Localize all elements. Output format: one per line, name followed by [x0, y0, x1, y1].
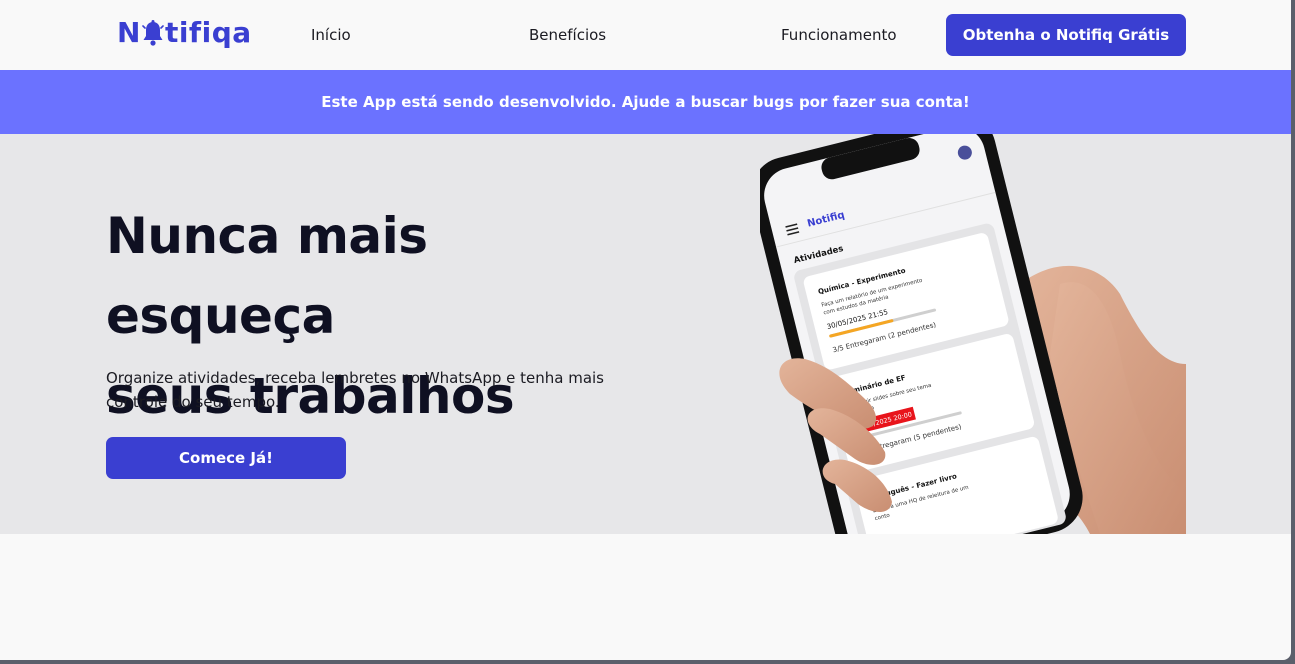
- get-notifiq-free-button[interactable]: Obtenha o Notifiq Grátis: [946, 14, 1186, 56]
- start-now-button[interactable]: Comece Já!: [106, 437, 346, 479]
- phone-in-hand-image: Notifiq Atividades Química - Experimento…: [760, 134, 1186, 534]
- logo-text-right: tifiqa: [164, 16, 252, 49]
- notifiqa-logo[interactable]: N tifiqa: [117, 16, 252, 50]
- phone-illustration: Notifiq Atividades Química - Experimento…: [760, 134, 1186, 534]
- hero-title-line-1: Nunca mais esqueça: [106, 207, 428, 345]
- nav-link-inicio[interactable]: Início: [311, 25, 351, 45]
- top-navbar: N tifiqa Início Benefícios Funcionamento…: [0, 0, 1291, 70]
- nav-link-beneficios[interactable]: Benefícios: [529, 25, 606, 45]
- nav-link-funcionamento[interactable]: Funcionamento: [781, 25, 897, 45]
- logo-text-left: N: [117, 16, 141, 49]
- page-frame: N tifiqa Início Benefícios Funcionamento…: [0, 0, 1291, 660]
- hero-section: Nunca mais esqueça seus trabalhos Organi…: [0, 134, 1291, 534]
- hero-subtitle: Organize atividades, receba lembretes no…: [106, 369, 604, 411]
- banner-text: Este App está sendo desenvolvido. Ajude …: [321, 93, 970, 111]
- bell-icon: [142, 20, 164, 46]
- dev-notice-banner: Este App está sendo desenvolvido. Ajude …: [0, 70, 1291, 134]
